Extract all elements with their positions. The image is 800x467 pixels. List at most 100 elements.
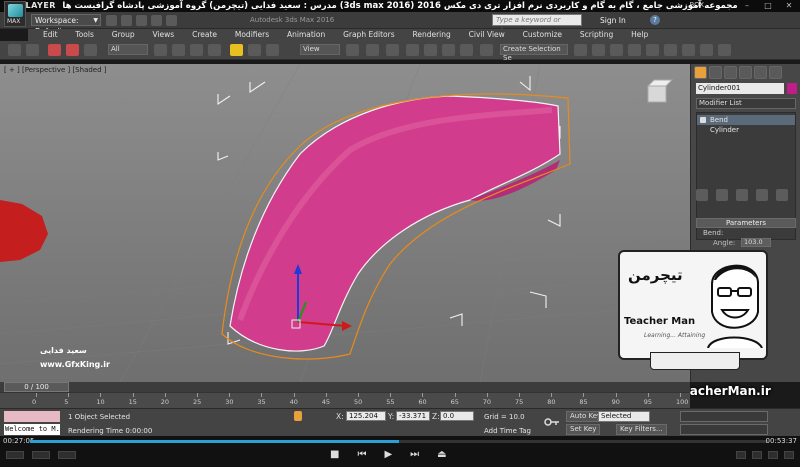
volume-icon[interactable] <box>736 451 746 459</box>
select-by-name-icon[interactable] <box>172 44 185 56</box>
select-object-icon[interactable] <box>154 44 167 56</box>
menu-graph-editors[interactable]: Graph Editors <box>343 29 395 41</box>
angle-spinner[interactable]: 103.0 <box>741 238 771 247</box>
spinner-snap-icon[interactable] <box>460 44 473 56</box>
motion-tab-icon[interactable] <box>739 66 752 79</box>
subtitle-icon[interactable] <box>32 451 50 459</box>
menu-rendering[interactable]: Rendering <box>412 29 450 41</box>
keyboard-shortcut-icon[interactable] <box>386 44 399 56</box>
time-slider[interactable]: 0 / 100 <box>4 382 69 392</box>
view-cube[interactable] <box>646 79 674 103</box>
object-color-swatch[interactable] <box>787 83 797 94</box>
open-file-icon[interactable] <box>121 15 132 26</box>
menu-create[interactable]: Create <box>192 29 217 41</box>
menu-views[interactable]: Views <box>152 29 174 41</box>
undo-icon[interactable] <box>8 44 21 56</box>
playback-controls[interactable] <box>680 411 768 422</box>
show-end-result-icon[interactable] <box>716 189 728 201</box>
edit-named-selection-icon[interactable] <box>480 44 493 56</box>
remove-modifier-icon[interactable] <box>756 189 768 201</box>
add-time-tag[interactable]: Add Time Tag <box>484 427 531 435</box>
track-bar[interactable]: 0 5 10 15 20 25 30 35 40 45 50 55 60 65 70 75 80 85 90 95 10… <box>0 392 690 408</box>
maxscript-listener[interactable] <box>4 411 60 422</box>
menu-group[interactable]: Group <box>112 29 135 41</box>
menu-modifiers[interactable]: Modifiers <box>235 29 269 41</box>
menu-scripting[interactable]: Scripting <box>580 29 613 41</box>
unlink-icon[interactable] <box>66 44 79 56</box>
audio-track-icon[interactable] <box>6 451 24 459</box>
pivot-center-icon[interactable] <box>346 44 359 56</box>
display-tab-icon[interactable] <box>754 66 767 79</box>
selection-filter-select[interactable]: All <box>108 44 148 55</box>
modify-tab-icon[interactable] <box>709 66 722 79</box>
maximize-icon[interactable]: □ <box>759 1 777 11</box>
undo-icon[interactable] <box>151 15 162 26</box>
stop-icon[interactable]: ■ <box>330 449 339 460</box>
aspect-ratio-icon[interactable] <box>58 451 76 459</box>
hierarchy-tab-icon[interactable] <box>724 66 737 79</box>
configure-sets-icon[interactable] <box>776 189 788 201</box>
parameters-rollout-header[interactable]: Parameters <box>696 218 796 228</box>
modifier-list-select[interactable]: Modifier List <box>696 98 796 109</box>
material-editor-icon[interactable] <box>664 44 677 56</box>
equalizer-icon[interactable] <box>752 451 762 459</box>
redo-icon[interactable] <box>166 15 177 26</box>
stack-item-bend[interactable]: Bend <box>697 115 795 125</box>
new-scene-icon[interactable] <box>106 15 117 26</box>
mirror-icon[interactable] <box>574 44 587 56</box>
x-coordinate-field[interactable]: 125.204 <box>346 411 386 421</box>
utilities-tab-icon[interactable] <box>769 66 782 79</box>
named-selection-set-select[interactable]: Create Selection Se <box>500 44 568 62</box>
curve-editor-icon[interactable] <box>628 44 641 56</box>
set-keys-icon[interactable] <box>544 417 560 427</box>
render-setup-icon[interactable] <box>682 44 695 56</box>
previous-icon[interactable]: ⏮ <box>357 449 366 460</box>
rectangle-selection-icon[interactable] <box>190 44 203 56</box>
menu-help[interactable]: Help <box>631 29 648 41</box>
eject-icon[interactable]: ⏏ <box>437 449 446 460</box>
perspective-viewport[interactable]: [ + ] [Perspective ] [Shaded ] <box>0 64 690 382</box>
z-coordinate-field[interactable]: 0.0 <box>440 411 474 421</box>
percent-snap-icon[interactable] <box>442 44 455 56</box>
menu-animation[interactable]: Animation <box>287 29 325 41</box>
align-icon[interactable] <box>592 44 605 56</box>
playlist-icon[interactable] <box>768 451 778 459</box>
menu-civil-view[interactable]: Civil View <box>469 29 505 41</box>
rendered-frame-icon[interactable] <box>700 44 713 56</box>
bind-space-warp-icon[interactable] <box>84 44 97 56</box>
reference-coordinate-select[interactable]: View <box>300 44 340 55</box>
close-icon[interactable]: ✕ <box>780 1 798 11</box>
settings-icon[interactable] <box>784 451 794 459</box>
visibility-bulb-icon[interactable] <box>700 117 706 123</box>
workspace-select[interactable]: Workspace: Default ▼ <box>31 14 101 36</box>
schematic-view-icon[interactable] <box>646 44 659 56</box>
select-scale-icon[interactable] <box>266 44 279 56</box>
help-icon[interactable]: ? <box>650 15 660 25</box>
time-slider-track[interactable]: 0 / 100 <box>0 382 690 392</box>
stack-item-cylinder[interactable]: Cylinder <box>697 125 795 135</box>
play-icon[interactable]: ▶ <box>384 449 392 460</box>
search-input[interactable]: Type a keyword or phrase <box>492 14 582 35</box>
save-file-icon[interactable] <box>136 15 147 26</box>
bent-cylinder[interactable] <box>229 95 561 352</box>
menu-edit[interactable]: Edit <box>43 29 58 41</box>
object-name-field[interactable]: Cylinder001 <box>696 83 784 94</box>
pin-stack-icon[interactable] <box>696 189 708 201</box>
navigation-controls[interactable] <box>680 424 768 435</box>
make-unique-icon[interactable] <box>736 189 748 201</box>
sign-in-link[interactable]: Sign In <box>600 16 626 25</box>
seek-bar[interactable] <box>30 440 768 443</box>
selection-lock-icon[interactable] <box>294 411 302 421</box>
key-mode-select[interactable]: Selected <box>598 411 650 422</box>
set-key-button[interactable]: Set Key <box>566 424 601 435</box>
select-manipulate-icon[interactable] <box>366 44 379 56</box>
redo-icon[interactable] <box>26 44 39 56</box>
layer-explorer-icon[interactable] <box>610 44 623 56</box>
box-label[interactable]: BOX <box>689 1 704 9</box>
create-tab-icon[interactable] <box>694 66 707 79</box>
maxscript-mini-listener[interactable]: Welcome to M. <box>4 424 60 435</box>
select-move-icon[interactable] <box>230 44 243 56</box>
angle-snap-icon[interactable] <box>424 44 437 56</box>
key-filters-button[interactable]: Key Filters... <box>616 424 667 435</box>
menu-tools[interactable]: Tools <box>75 29 93 41</box>
